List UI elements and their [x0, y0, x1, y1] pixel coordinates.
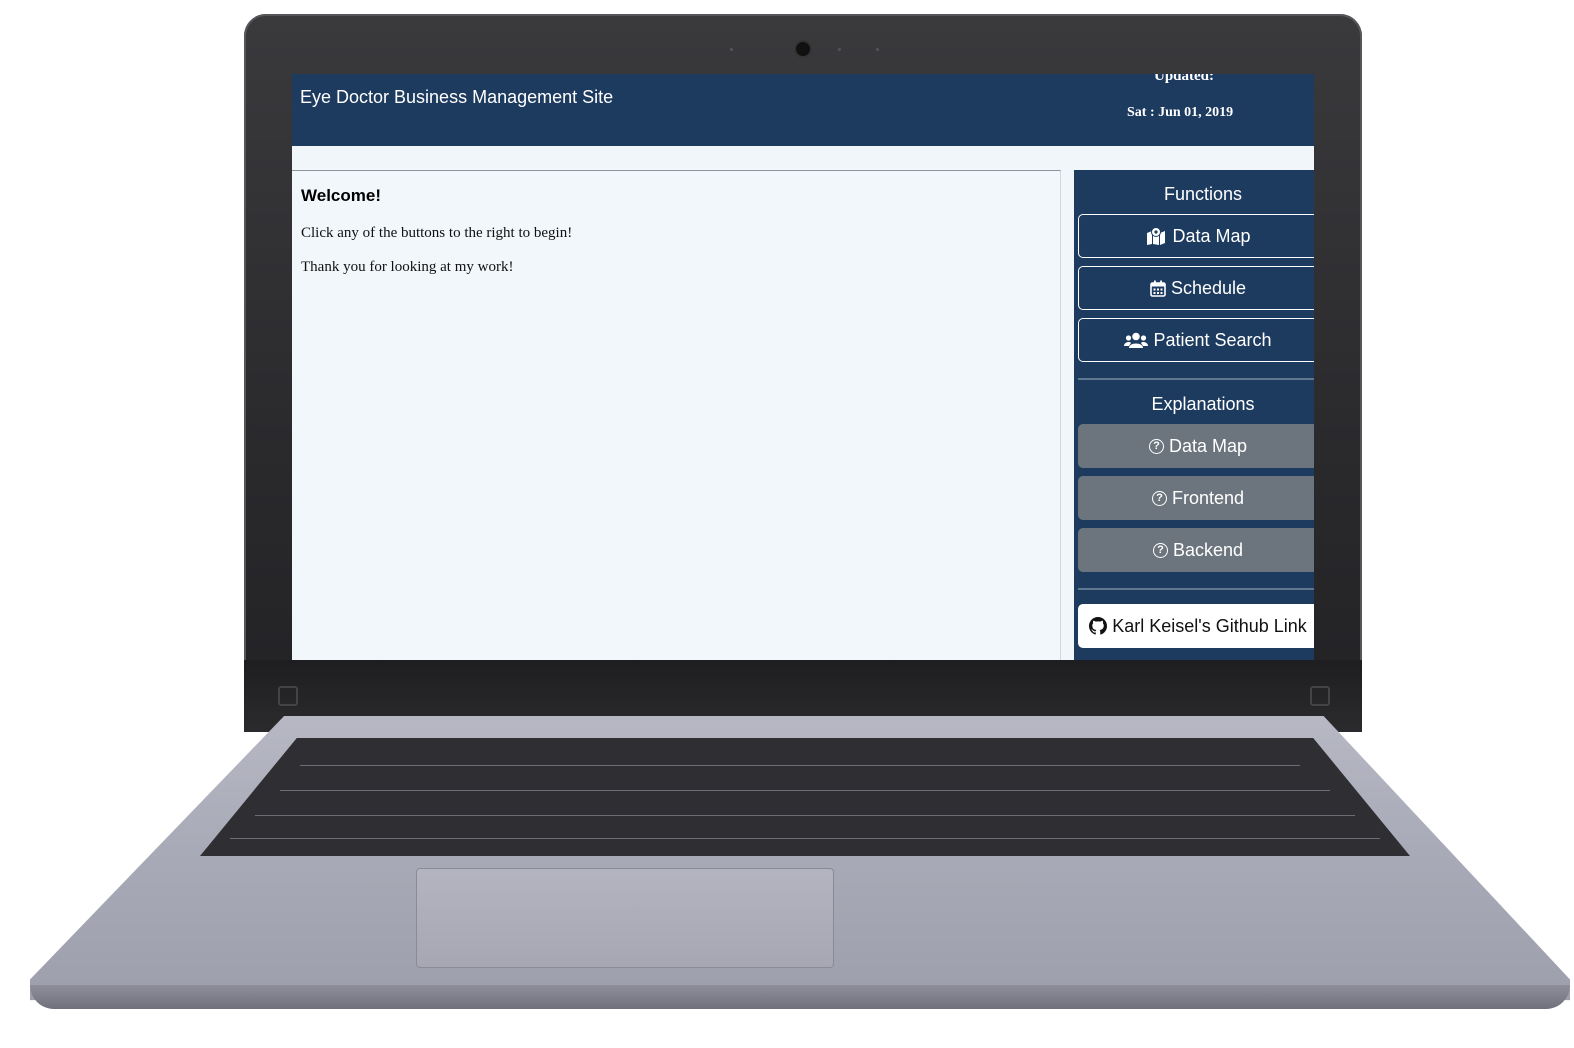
section-divider	[1078, 378, 1314, 380]
sensor-dot	[730, 48, 733, 51]
github-link-label: Karl Keisel's Github Link	[1112, 615, 1307, 636]
question-circle-icon: ?	[1151, 490, 1167, 506]
key-row-line	[255, 815, 1355, 816]
touchpad	[416, 868, 834, 968]
github-icon	[1089, 617, 1108, 635]
github-link-button[interactable]: Karl Keisel's Github Link	[1078, 604, 1314, 648]
site-header: Eye Doctor Business Management Site Upda…	[292, 74, 1314, 146]
webcam	[796, 42, 810, 56]
sidebar: Functions Data Map Schedule Patient Sear…	[1074, 170, 1314, 660]
data-map-button[interactable]: Data Map	[1078, 214, 1314, 258]
data-map-button-label: Data Map	[1172, 225, 1251, 246]
updated-date: Sat : Jun 01, 2019	[1127, 105, 1234, 120]
explanations-title: Explanations	[1151, 394, 1255, 414]
question-circle-icon: ?	[1148, 438, 1164, 454]
users-icon	[1124, 332, 1149, 349]
schedule-button[interactable]: Schedule	[1078, 266, 1314, 310]
thanks-text: Thank you for looking at my work!	[301, 259, 514, 275]
section-divider	[1078, 588, 1314, 590]
instruction-text: Click any of the buttons to the right to…	[301, 225, 573, 241]
site-title: Eye Doctor Business Management Site	[300, 87, 614, 107]
explain-data-map-button[interactable]: ? Data Map	[1078, 424, 1314, 468]
schedule-button-label: Schedule	[1170, 277, 1247, 298]
explain-data-map-label: Data Map	[1168, 435, 1248, 456]
welcome-heading: Welcome!	[301, 186, 381, 205]
key-row-line	[230, 838, 1380, 839]
explain-backend-label: Backend	[1172, 539, 1244, 560]
bezel-bumper	[278, 686, 298, 706]
welcome-panel: Welcome! Click any of the buttons to the…	[292, 170, 1061, 660]
patient-search-button[interactable]: Patient Search	[1078, 318, 1314, 362]
explain-frontend-label: Frontend	[1171, 487, 1245, 508]
key-row-line	[280, 790, 1330, 791]
patient-search-button-label: Patient Search	[1153, 329, 1272, 350]
updated-label: Updated:	[1154, 74, 1215, 84]
map-marked-icon	[1145, 227, 1167, 245]
explain-backend-button[interactable]: ? Backend	[1078, 528, 1314, 572]
calendar-icon	[1150, 280, 1166, 297]
bezel-bumper	[1310, 686, 1330, 706]
browser-screen: Eye Doctor Business Management Site Upda…	[292, 74, 1314, 660]
sensor-dot	[876, 48, 879, 51]
explain-frontend-button[interactable]: ? Frontend	[1078, 476, 1314, 520]
question-circle-icon: ?	[1152, 542, 1168, 558]
key-row-line	[300, 765, 1300, 766]
sensor-dot	[838, 48, 841, 51]
functions-title: Functions	[1163, 184, 1243, 204]
laptop-base-edge	[30, 985, 1570, 1009]
